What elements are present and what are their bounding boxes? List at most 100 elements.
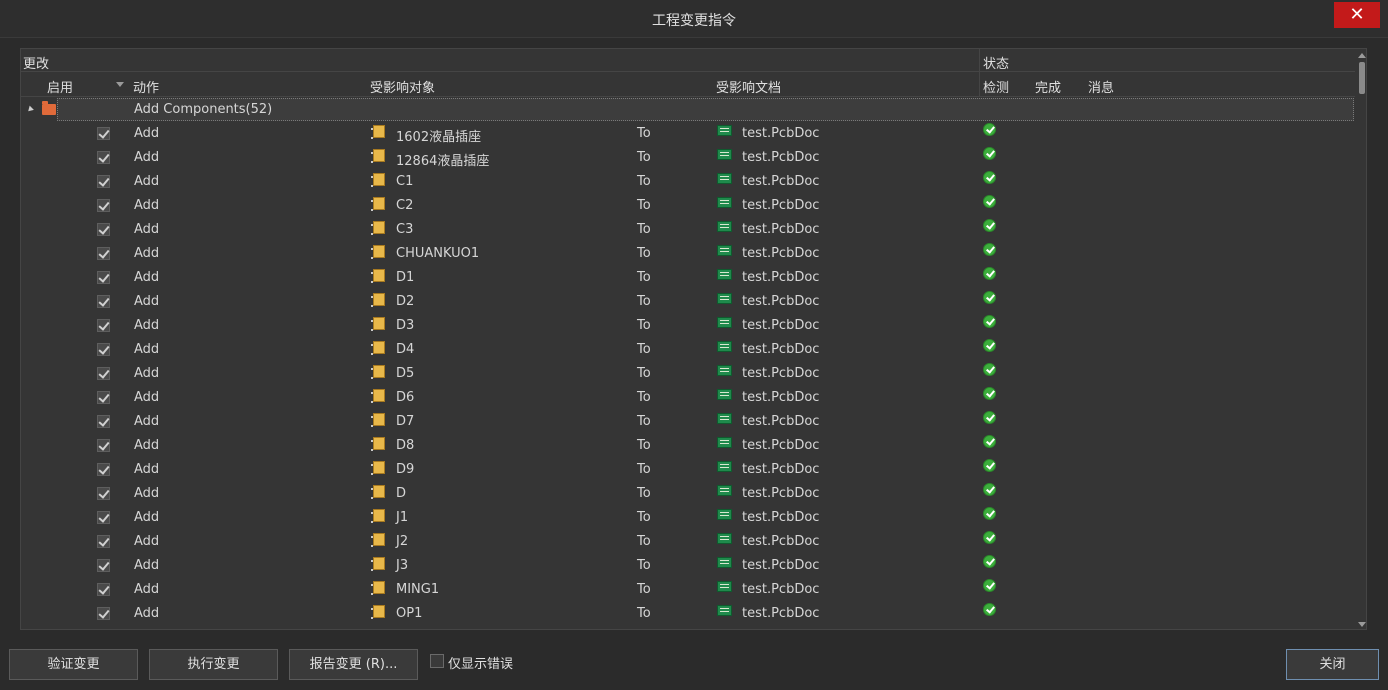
affected-object-cell: D5 (396, 366, 415, 381)
to-cell: To (637, 486, 651, 501)
affected-object-cell: D9 (396, 462, 415, 477)
scrollbar-thumb[interactable] (1359, 62, 1365, 94)
enable-checkbox[interactable] (97, 295, 110, 308)
pcb-document-icon (717, 509, 732, 520)
table-row[interactable]: Add D To test.PcbDoc (21, 482, 1355, 506)
enable-checkbox[interactable] (97, 535, 110, 548)
affected-document-cell: test.PcbDoc (742, 270, 820, 285)
group-row[interactable]: Add Components(52) (21, 98, 1355, 122)
scroll-up-icon[interactable] (1358, 53, 1366, 58)
vertical-scrollbar[interactable] (1356, 49, 1366, 629)
column-header-affected-object[interactable]: 受影响对象 (370, 77, 435, 96)
report-changes-button[interactable]: 报告变更 (R)... (289, 649, 418, 680)
table-row[interactable]: Add C2 To test.PcbDoc (21, 194, 1355, 218)
execute-changes-button[interactable]: 执行变更 (149, 649, 278, 680)
enable-checkbox[interactable] (97, 151, 110, 164)
table-row[interactable]: Add 12864液晶插座 To test.PcbDoc (21, 146, 1355, 170)
column-header-action[interactable]: 动作 (133, 77, 159, 96)
enable-checkbox[interactable] (97, 439, 110, 452)
enable-checkbox[interactable] (97, 175, 110, 188)
enable-checkbox[interactable] (97, 367, 110, 380)
folder-icon (42, 101, 56, 115)
enable-checkbox[interactable] (97, 415, 110, 428)
affected-object-cell: D2 (396, 294, 415, 309)
scroll-down-icon[interactable] (1358, 622, 1366, 627)
component-icon (371, 509, 385, 523)
table-row[interactable]: Add D5 To test.PcbDoc (21, 362, 1355, 386)
table-row[interactable]: Add J3 To test.PcbDoc (21, 554, 1355, 578)
table-row[interactable]: Add D6 To test.PcbDoc (21, 386, 1355, 410)
close-button[interactable]: 关闭 (1286, 649, 1379, 680)
table-row[interactable]: Add C1 To test.PcbDoc (21, 170, 1355, 194)
column-header-check[interactable]: 检测 (983, 77, 1009, 96)
column-header-affected-document[interactable]: 受影响文档 (716, 77, 781, 96)
table-row[interactable]: Add D4 To test.PcbDoc (21, 338, 1355, 362)
table-row[interactable]: Add CHUANKUO1 To test.PcbDoc (21, 242, 1355, 266)
table-row[interactable]: Add D3 To test.PcbDoc (21, 314, 1355, 338)
affected-document-cell: test.PcbDoc (742, 462, 820, 477)
expand-collapse-icon[interactable] (26, 105, 34, 114)
table-row[interactable]: Add D7 To test.PcbDoc (21, 410, 1355, 434)
pcb-document-icon (717, 293, 732, 304)
affected-document-cell: test.PcbDoc (742, 606, 820, 621)
check-ok-icon (983, 459, 996, 472)
affected-document-cell: test.PcbDoc (742, 222, 820, 237)
table-row[interactable]: Add D2 To test.PcbDoc (21, 290, 1355, 314)
table-row[interactable]: Add OP1 To test.PcbDoc (21, 602, 1355, 626)
table-row[interactable]: Add J1 To test.PcbDoc (21, 506, 1355, 530)
enable-checkbox[interactable] (97, 463, 110, 476)
component-icon (371, 557, 385, 571)
table-row[interactable]: Add D8 To test.PcbDoc (21, 434, 1355, 458)
pcb-document-icon (717, 533, 732, 544)
pcb-document-icon (717, 485, 732, 496)
enable-checkbox[interactable] (97, 583, 110, 596)
column-header-message[interactable]: 消息 (1088, 77, 1114, 96)
to-cell: To (637, 606, 651, 621)
enable-checkbox[interactable] (97, 391, 110, 404)
column-header-done[interactable]: 完成 (1035, 77, 1061, 96)
table-row[interactable]: Add D9 To test.PcbDoc (21, 458, 1355, 482)
enable-checkbox[interactable] (97, 487, 110, 500)
table-row[interactable]: Add C3 To test.PcbDoc (21, 218, 1355, 242)
validate-changes-button[interactable]: 验证变更 (9, 649, 138, 680)
column-header-enable[interactable]: 启用 (47, 77, 73, 96)
enable-checkbox[interactable] (97, 319, 110, 332)
to-cell: To (637, 510, 651, 525)
pcb-document-icon (717, 221, 732, 232)
enable-checkbox[interactable] (97, 127, 110, 140)
enable-checkbox[interactable] (97, 271, 110, 284)
component-icon (371, 293, 385, 307)
pcb-document-icon (717, 365, 732, 376)
table-row[interactable]: Add 1602液晶插座 To test.PcbDoc (21, 122, 1355, 146)
only-show-errors-checkbox[interactable] (430, 654, 444, 668)
group-header-row: 更改 状态 (21, 49, 1355, 72)
table-row[interactable]: Add D1 To test.PcbDoc (21, 266, 1355, 290)
enable-checkbox[interactable] (97, 247, 110, 260)
enable-checkbox[interactable] (97, 511, 110, 524)
enable-checkbox[interactable] (97, 223, 110, 236)
enable-checkbox[interactable] (97, 343, 110, 356)
sort-dropdown-icon[interactable] (116, 82, 124, 87)
enable-checkbox[interactable] (97, 607, 110, 620)
enable-checkbox[interactable] (97, 199, 110, 212)
table-row[interactable]: Add J2 To test.PcbDoc (21, 530, 1355, 554)
action-cell: Add (134, 246, 160, 261)
affected-object-cell: C1 (396, 174, 414, 189)
check-ok-icon (983, 315, 996, 328)
affected-document-cell: test.PcbDoc (742, 318, 820, 333)
status-group-header: 状态 (983, 57, 1010, 72)
check-ok-icon (983, 555, 996, 568)
enable-checkbox[interactable] (97, 559, 110, 572)
window-close-button[interactable]: ✕ (1334, 2, 1380, 28)
to-cell: To (637, 222, 651, 237)
component-icon (371, 317, 385, 331)
affected-document-cell: test.PcbDoc (742, 486, 820, 501)
to-cell: To (637, 318, 651, 333)
pcb-document-icon (717, 149, 732, 160)
to-cell: To (637, 414, 651, 429)
to-cell: To (637, 534, 651, 549)
table-row[interactable]: Add MING1 To test.PcbDoc (21, 578, 1355, 602)
affected-object-cell: D (396, 486, 407, 501)
component-icon (371, 461, 385, 475)
action-cell: Add (134, 270, 160, 285)
